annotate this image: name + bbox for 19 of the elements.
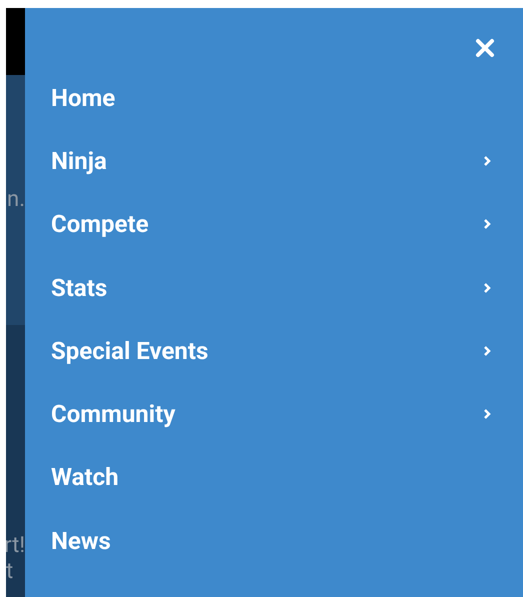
menu-item[interactable]: News	[25, 509, 523, 572]
background-text: t	[6, 559, 14, 585]
menu-item[interactable]: Compete	[25, 192, 523, 256]
chevron-right-icon	[483, 282, 491, 294]
background-text: n.	[7, 189, 25, 211]
chevron-right-icon	[483, 218, 491, 230]
menu-item[interactable]: Watch	[25, 446, 523, 510]
chevron-right-icon	[483, 154, 491, 167]
menu-item[interactable]: Community	[25, 382, 523, 446]
menu-item[interactable]: Stats	[25, 256, 523, 320]
menu-item[interactable]: Ninja	[25, 129, 523, 193]
menu-item[interactable]: Home	[25, 66, 523, 130]
chevron-right-icon	[483, 408, 491, 420]
chevron-right-icon	[483, 344, 491, 357]
page-top-bar	[6, 8, 25, 75]
menu-item[interactable]: Special Events	[25, 319, 523, 382]
close-button[interactable]	[473, 36, 497, 60]
background-text: rt!	[6, 533, 25, 559]
close-icon	[475, 38, 495, 58]
